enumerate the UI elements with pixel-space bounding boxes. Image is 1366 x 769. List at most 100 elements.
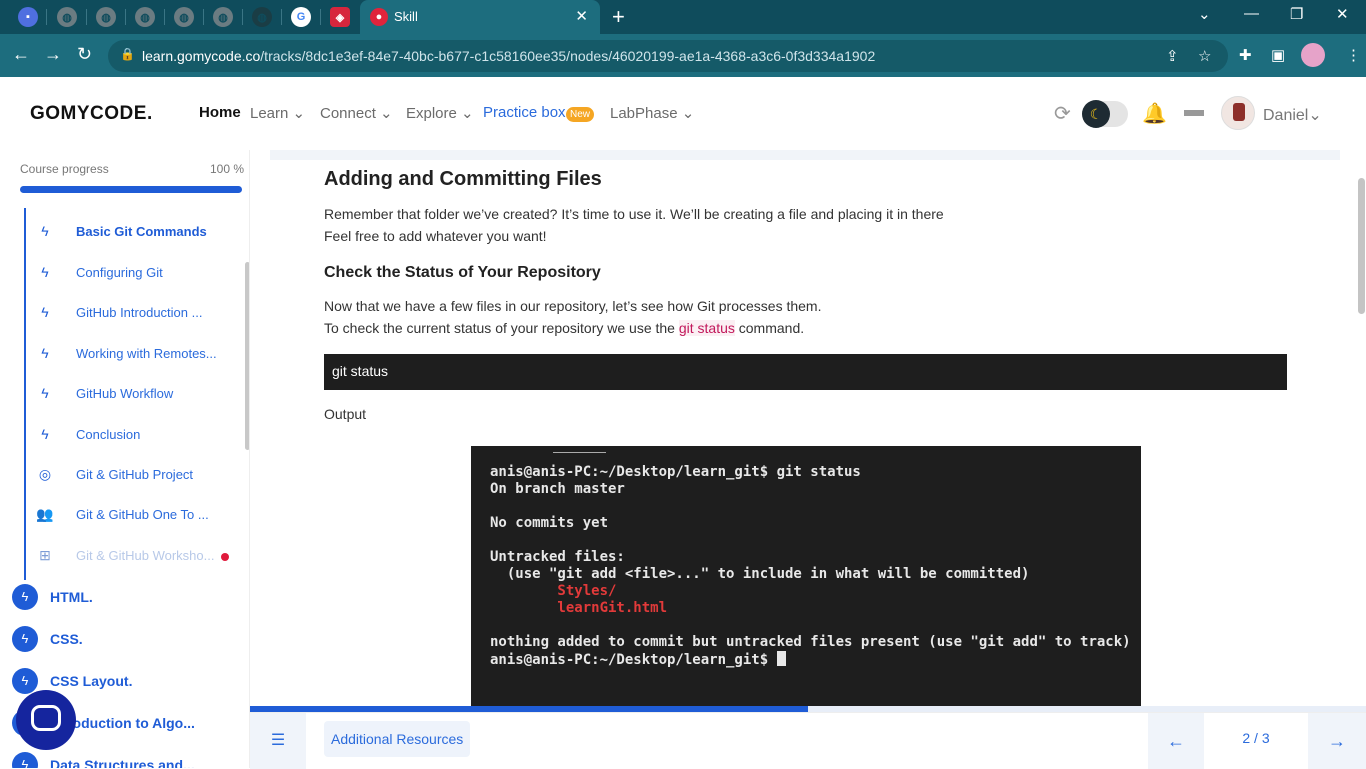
user-avatar[interactable] <box>1221 96 1255 130</box>
paragraph: To check the current status of your repo… <box>324 320 805 336</box>
site-header: GOMYCODE. Home Learn ⌄ Connect ⌄ Explore… <box>0 77 1366 150</box>
lesson-title: Adding and Committing Files <box>324 168 602 190</box>
sidebar-item-conclusion[interactable]: ϟ Conclusion <box>36 420 236 450</box>
moon-icon: ☾ <box>1082 100 1110 128</box>
tab-separator <box>125 9 126 25</box>
globe-icon[interactable]: ◍ <box>96 7 116 27</box>
chat-icon[interactable]: ▬ <box>1184 99 1204 122</box>
forward-icon[interactable]: → <box>44 44 62 65</box>
sidebar-item-basic-git-commands[interactable]: ϟ Basic Git Commands <box>36 217 236 247</box>
nav-connect[interactable]: Connect ⌄ <box>320 104 393 122</box>
outline-list-icon[interactable]: ☰ <box>250 713 306 769</box>
dark-mode-toggle[interactable]: ☾ <box>1082 100 1128 128</box>
target-icon: ◎ <box>38 466 52 482</box>
terminal-line: Styles/ <box>490 583 617 599</box>
code-block[interactable]: git status <box>324 354 1287 390</box>
share-icon[interactable]: ⇪ <box>1166 47 1179 65</box>
nav-practice-box[interactable]: Practice box <box>483 104 566 121</box>
chevron-down-icon: ⌄ <box>1308 107 1322 124</box>
tab-separator <box>46 9 47 25</box>
terminal-line: learnGit.html <box>490 600 668 616</box>
bolt-icon: ϟ <box>12 584 38 610</box>
support-chat-button[interactable] <box>16 690 76 750</box>
close-window-icon[interactable]: ✕ <box>1336 5 1349 23</box>
minimize-icon[interactable]: — <box>1244 5 1259 22</box>
address-bar[interactable]: 🔒 learn.gomycode.co/tracks/8dc1e3ef-84e7… <box>108 40 1228 72</box>
sidebar-item-working-with-remotes[interactable]: ϟ Working with Remotes... <box>36 339 236 369</box>
globe-icon[interactable]: ◍ <box>57 7 77 27</box>
menu-icon[interactable]: ⋮ <box>1346 46 1361 64</box>
page-indicator: 2 / 3 <box>1204 713 1308 769</box>
tab-search-icon[interactable]: ⌄ <box>1198 5 1211 23</box>
bell-icon[interactable]: 🔔 <box>1142 101 1167 126</box>
terminal-line: (use "git add <file>..." to include in w… <box>490 566 1030 582</box>
sidebar-item-label: Git & GitHub Project <box>76 467 194 482</box>
paragraph: Remember that folder we’ve created? It’s… <box>324 206 944 222</box>
page-scrollbar[interactable] <box>1358 178 1365 314</box>
section-label: CSS Layout. <box>50 673 133 689</box>
terminal-line: anis@anis-PC:~/Desktop/learn_git$ git st… <box>490 464 861 480</box>
section-css[interactable]: ϟ CSS. <box>12 626 242 656</box>
bolt-icon: ϟ <box>41 385 49 401</box>
course-progress-label: Course progress <box>20 162 109 176</box>
nav-explore[interactable]: Explore ⌄ <box>406 104 474 122</box>
next-page-icon[interactable]: → <box>1308 713 1366 769</box>
terminal-cursor <box>776 651 786 666</box>
globe-icon[interactable]: ◍ <box>135 7 155 27</box>
nav-home[interactable]: Home <box>199 104 241 121</box>
course-sidebar: Course progress 100 % ϟ Basic Git Comman… <box>0 150 250 768</box>
sidebar-item-configuring-git[interactable]: ϟ Configuring Git <box>36 258 236 288</box>
tab-separator <box>203 9 204 25</box>
notification-dot <box>221 553 229 561</box>
additional-resources-button[interactable]: Additional Resources <box>324 721 471 757</box>
inline-code: git status <box>678 320 735 336</box>
sidebar-item-label: GitHub Introduction ... <box>76 305 203 320</box>
terminal-screenshot: anis@anis-PC:~/Desktop/learn_git$ git st… <box>471 446 1141 708</box>
sidebar-item-label: Git & GitHub One To ... <box>76 507 209 522</box>
nav-labphase[interactable]: LabPhase ⌄ <box>610 104 694 122</box>
side-panel-icon[interactable]: ▣ <box>1271 46 1285 64</box>
sidebar-item-git-github-one-to-one[interactable]: 👥 Git & GitHub One To ... <box>36 500 236 530</box>
nav-learn[interactable]: Learn ⌄ <box>250 104 305 122</box>
previous-page-icon[interactable]: ← <box>1148 713 1204 769</box>
section-html[interactable]: ϟ HTML. <box>12 584 242 614</box>
divider <box>553 452 606 453</box>
sidebar-item-git-github-workshop[interactable]: ⊞ Git & GitHub Worksho... <box>36 541 236 571</box>
bolt-icon: ϟ <box>41 223 49 239</box>
section-label: Data Structures and... <box>50 757 195 768</box>
google-icon[interactable]: G <box>291 7 311 27</box>
course-progress-bar <box>20 186 242 193</box>
extensions-icon[interactable]: ✚ <box>1239 46 1252 64</box>
globe-icon[interactable]: ◍ <box>174 7 194 27</box>
active-tab[interactable]: ● Skill ✕ <box>360 0 600 34</box>
sidebar-item-github-workflow[interactable]: ϟ GitHub Workflow <box>36 379 236 409</box>
gomycode-tab-icon[interactable]: ◈ <box>330 7 350 27</box>
chevron-down-icon: ⌄ <box>681 105 695 122</box>
bolt-icon: ϟ <box>41 264 49 280</box>
bookmark-star-icon[interactable]: ☆ <box>1198 47 1211 65</box>
sidebar-item-git-github-project[interactable]: ◎ Git & GitHub Project <box>36 460 236 490</box>
close-tab-icon[interactable]: ✕ <box>575 7 588 25</box>
back-icon[interactable]: ← <box>12 44 30 65</box>
chat-bubble-icon <box>31 705 61 731</box>
gomycode-logo[interactable]: GOMYCODE. <box>30 103 153 125</box>
sync-icon[interactable]: ⟳ <box>1054 101 1071 126</box>
reload-icon[interactable]: ↻ <box>77 44 92 65</box>
section-data-structures[interactable]: ϟ Data Structures and... <box>12 752 242 768</box>
new-tab-icon[interactable]: + <box>612 4 625 30</box>
sidebar-item-label: Basic Git Commands <box>76 224 207 239</box>
sidebar-item-github-introduction[interactable]: ϟ GitHub Introduction ... <box>36 298 236 328</box>
output-label: Output <box>324 406 367 422</box>
lesson-footer: ☰ Additional Resources ← 2 / 3 → <box>250 712 1366 769</box>
lock-icon[interactable]: 🔒 <box>120 47 135 61</box>
app-favicon[interactable]: ▪ <box>18 7 38 27</box>
restore-icon[interactable]: ❐ <box>1290 5 1303 23</box>
dark-site-icon[interactable]: ◍ <box>252 7 272 27</box>
browser-toolbar: ← → ↻ 🔒 learn.gomycode.co/tracks/8dc1e3e… <box>0 34 1366 77</box>
user-menu[interactable]: Daniel⌄ <box>1263 105 1322 125</box>
chevron-down-icon: ⌄ <box>380 105 393 122</box>
course-progress-value: 100 % <box>210 162 245 176</box>
profile-avatar[interactable] <box>1301 43 1325 67</box>
globe-icon[interactable]: ◍ <box>213 7 233 27</box>
terminal-line: On branch master <box>490 481 625 497</box>
